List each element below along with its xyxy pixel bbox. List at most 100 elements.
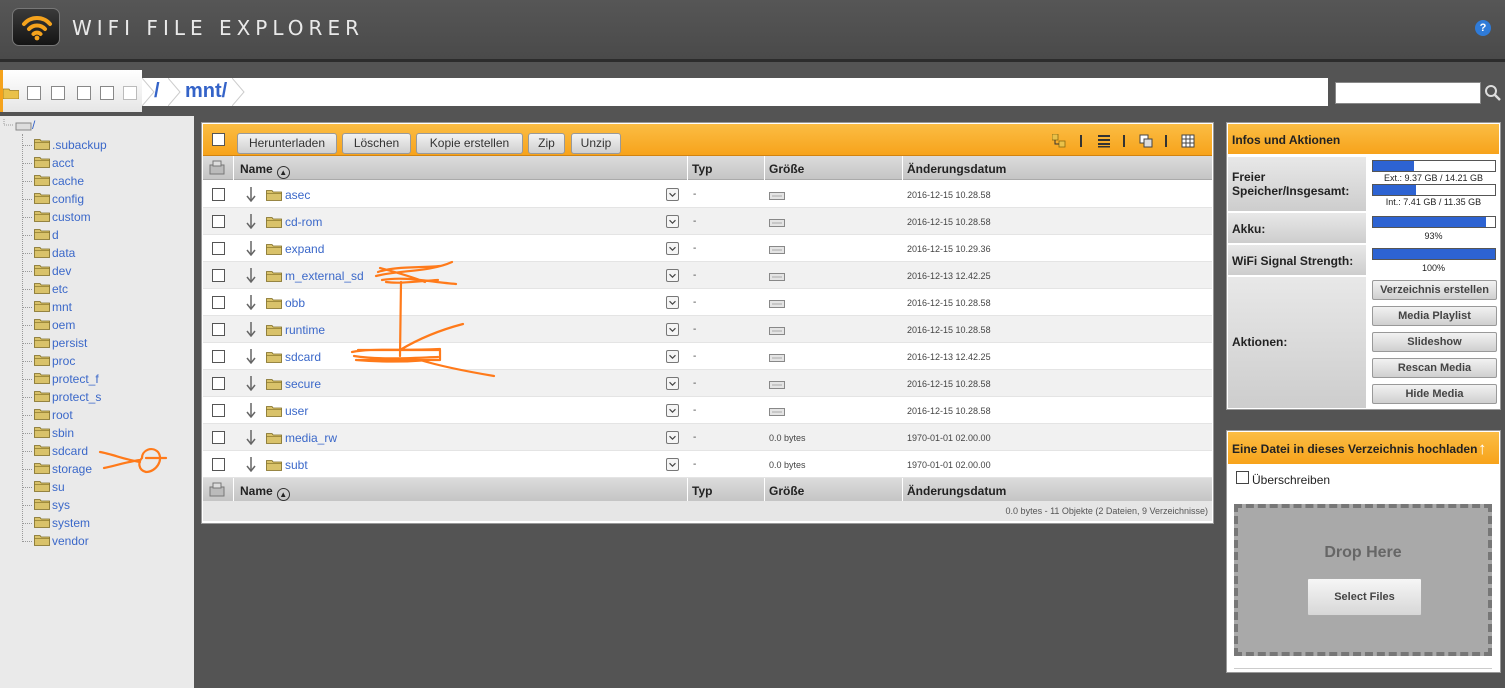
table-row[interactable]: runtime - 2016-12-15 10.28.58	[203, 316, 1212, 343]
file-name-link[interactable]: m_external_sd	[285, 269, 364, 283]
download-arrow-icon[interactable]	[246, 456, 256, 472]
column-header-date[interactable]: Änderungsdatum	[907, 162, 1006, 176]
chevron-down-icon[interactable]	[666, 269, 679, 282]
file-name-link[interactable]: asec	[285, 188, 310, 202]
chevron-down-icon[interactable]	[666, 431, 679, 444]
chevron-down-icon[interactable]	[666, 188, 679, 201]
media-playlist-button[interactable]: Media Playlist	[1372, 306, 1497, 326]
download-arrow-icon[interactable]	[246, 375, 256, 391]
row-checkbox[interactable]	[212, 458, 225, 471]
tree-connector	[22, 433, 32, 434]
row-checkbox[interactable]	[212, 377, 225, 390]
column-footer-name[interactable]: Name ▲	[240, 484, 290, 501]
download-arrow-icon[interactable]	[246, 348, 256, 364]
overwrite-checkbox[interactable]	[1236, 471, 1249, 484]
file-name-link[interactable]: subt	[285, 458, 308, 472]
row-checkbox[interactable]	[212, 188, 225, 201]
table-row[interactable]: user - 2016-12-15 10.28.58	[203, 397, 1212, 424]
file-name-link[interactable]: obb	[285, 296, 305, 310]
download-arrow-icon[interactable]	[246, 186, 256, 202]
download-button[interactable]: Herunterladen	[237, 133, 337, 154]
file-name-link[interactable]: media_rw	[285, 431, 337, 445]
chevron-down-icon[interactable]	[666, 296, 679, 309]
tiles-view-icon[interactable]	[1139, 134, 1153, 148]
slideshow-button[interactable]: Slideshow	[1372, 332, 1497, 352]
sort-icon[interactable]: ▲	[276, 488, 290, 501]
column-header-type[interactable]: Typ	[692, 162, 712, 176]
row-checkbox[interactable]	[212, 404, 225, 417]
download-arrow-icon[interactable]	[246, 429, 256, 445]
table-row[interactable]: sdcard - 2016-12-13 12.42.25	[203, 343, 1212, 370]
download-arrow-icon[interactable]	[246, 267, 256, 283]
file-name-link[interactable]: cd-rom	[285, 215, 322, 229]
download-arrow-icon[interactable]	[246, 213, 256, 229]
table-row[interactable]: secure - 2016-12-15 10.28.58	[203, 370, 1212, 397]
tree-root[interactable]: /	[2, 118, 35, 134]
file-name-link[interactable]: runtime	[285, 323, 325, 337]
table-footer-header: Name ▲ Typ Größe Änderungsdatum	[203, 478, 1212, 502]
zip-button[interactable]: Zip	[528, 133, 565, 154]
select-all-checkbox[interactable]	[212, 133, 225, 146]
table-row[interactable]: expand - 2016-12-15 10.29.36	[203, 235, 1212, 262]
row-checkbox[interactable]	[212, 431, 225, 444]
breadcrumb-root[interactable]: /	[154, 80, 160, 103]
drop-zone[interactable]: Drop Here Select Files	[1234, 504, 1492, 656]
download-arrow-icon[interactable]	[246, 402, 256, 418]
chevron-down-icon[interactable]	[666, 458, 679, 471]
breadcrumb-mnt[interactable]: mnt/	[185, 80, 227, 103]
column-footer-size[interactable]: Größe	[769, 484, 804, 498]
table-row[interactable]: media_rw - 0.0 bytes 1970-01-01 02.00.00	[203, 424, 1212, 451]
row-checkbox[interactable]	[212, 269, 225, 282]
table-row[interactable]: cd-rom - 2016-12-15 10.28.58	[203, 208, 1212, 235]
column-options-icon[interactable]	[209, 160, 225, 175]
file-name-link[interactable]: sdcard	[285, 350, 321, 364]
chevron-down-icon[interactable]	[666, 215, 679, 228]
list-view-icon[interactable]	[1097, 134, 1111, 148]
column-footer-date[interactable]: Änderungsdatum	[907, 484, 1006, 498]
table-row[interactable]: m_external_sd - 2016-12-13 12.42.25	[203, 262, 1212, 289]
create-folder-button[interactable]: Verzeichnis erstellen	[1372, 280, 1497, 300]
details-view-icon[interactable]	[1181, 134, 1195, 148]
row-checkbox[interactable]	[212, 215, 225, 228]
row-checkbox[interactable]	[212, 350, 225, 363]
column-options-icon[interactable]	[209, 482, 225, 497]
video-filter-icon[interactable]	[123, 86, 137, 100]
column-footer-type[interactable]: Typ	[692, 484, 712, 498]
row-checkbox[interactable]	[212, 296, 225, 309]
music-filter-icon[interactable]	[77, 86, 91, 100]
document-filter-icon[interactable]	[27, 86, 41, 100]
column-header-name[interactable]: Name ▲	[240, 162, 290, 179]
file-name-link[interactable]: expand	[285, 242, 324, 256]
search-input[interactable]	[1335, 82, 1481, 104]
chevron-down-icon[interactable]	[666, 323, 679, 336]
table-row[interactable]: obb - 2016-12-15 10.28.58	[203, 289, 1212, 316]
upload-arrow-icon[interactable]: ↑	[1478, 439, 1487, 459]
chevron-down-icon[interactable]	[666, 242, 679, 255]
tree-view-icon[interactable]	[1052, 134, 1066, 148]
chevron-down-icon[interactable]	[666, 350, 679, 363]
row-checkbox[interactable]	[212, 323, 225, 336]
unzip-button[interactable]: Unzip	[571, 133, 621, 154]
select-files-button[interactable]: Select Files	[1307, 578, 1422, 616]
help-icon[interactable]: ?	[1475, 20, 1491, 36]
copy-button[interactable]: Kopie erstellen	[416, 133, 523, 154]
hide-media-button[interactable]: Hide Media	[1372, 384, 1497, 404]
image-filter-icon[interactable]	[100, 86, 114, 100]
chevron-down-icon[interactable]	[666, 377, 679, 390]
column-header-size[interactable]: Größe	[769, 162, 804, 176]
download-arrow-icon[interactable]	[246, 240, 256, 256]
folder-filter-icon[interactable]	[3, 87, 19, 99]
row-checkbox[interactable]	[212, 242, 225, 255]
file-name-link[interactable]: user	[285, 404, 308, 418]
table-row[interactable]: asec - 2016-12-15 10.28.58	[203, 181, 1212, 208]
search-icon[interactable]	[1484, 84, 1502, 102]
sort-icon[interactable]: ▲	[276, 166, 290, 179]
table-row[interactable]: subt - 0.0 bytes 1970-01-01 02.00.00	[203, 451, 1212, 478]
delete-button[interactable]: Löschen	[342, 133, 411, 154]
archive-filter-icon[interactable]	[51, 86, 65, 100]
file-name-link[interactable]: secure	[285, 377, 321, 391]
download-arrow-icon[interactable]	[246, 321, 256, 337]
chevron-down-icon[interactable]	[666, 404, 679, 417]
rescan-media-button[interactable]: Rescan Media	[1372, 358, 1497, 378]
download-arrow-icon[interactable]	[246, 294, 256, 310]
